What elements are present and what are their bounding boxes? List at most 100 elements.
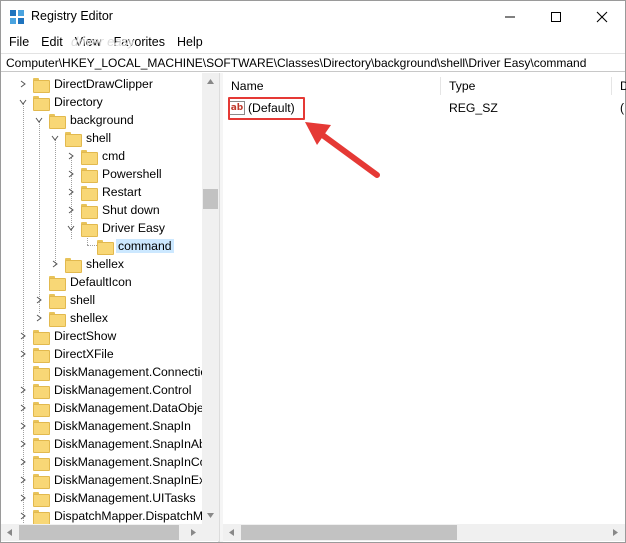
values-list: Name Type D ab (Default) REG_SZ (: [223, 73, 626, 542]
scroll-up-arrow-icon[interactable]: [202, 73, 219, 90]
tree-item-label: shellex: [86, 257, 124, 271]
tree-item-label: shell: [70, 293, 96, 307]
chevron-right-icon[interactable]: [17, 78, 29, 90]
chevron-right-icon[interactable]: [65, 168, 77, 180]
column-header-data[interactable]: D: [620, 73, 626, 99]
tree-item[interactable]: Shut down: [65, 201, 162, 219]
tree-item-label: DiskManagement.SnapIn: [54, 419, 191, 433]
chevron-right-icon[interactable]: [65, 150, 77, 162]
chevron-right-icon[interactable]: [49, 258, 61, 270]
tree-vertical-scrollbar[interactable]: [202, 73, 219, 524]
folder-icon: [33, 365, 50, 381]
column-separator[interactable]: [611, 77, 612, 95]
folder-icon: [81, 221, 98, 237]
chevron-right-icon[interactable]: [17, 474, 29, 486]
scrollbar-thumb[interactable]: [19, 525, 179, 540]
scroll-right-arrow-icon[interactable]: [607, 524, 624, 541]
menu-file[interactable]: File: [3, 32, 35, 52]
scroll-right-arrow-icon[interactable]: [185, 524, 202, 541]
chevron-right-icon[interactable]: [17, 438, 29, 450]
close-button[interactable]: [579, 1, 625, 32]
tree-item[interactable]: DirectDrawClipper: [17, 75, 155, 93]
chevron-right-icon[interactable]: [33, 294, 45, 306]
tree-item[interactable]: DiskManagement.SnapInAb: [17, 435, 208, 453]
column-separator[interactable]: [440, 77, 441, 95]
tree-item-label: Shut down: [102, 203, 160, 217]
chevron-right-icon[interactable]: [17, 510, 29, 522]
tree-item[interactable]: DirectXFile: [17, 345, 116, 363]
tree-item-label: Directory: [54, 95, 103, 109]
tree-item[interactable]: shell: [33, 291, 97, 309]
tree-horizontal-scrollbar[interactable]: [1, 524, 219, 541]
chevron-right-icon[interactable]: [17, 402, 29, 414]
tree-item[interactable]: Directory: [17, 93, 105, 111]
scroll-left-arrow-icon[interactable]: [1, 524, 18, 541]
tree-item[interactable]: cmd: [65, 147, 127, 165]
tree-item[interactable]: Restart: [65, 183, 143, 201]
scrollbar-thumb[interactable]: [203, 189, 218, 209]
chevron-down-icon[interactable]: [33, 114, 45, 126]
tree-item[interactable]: Powershell: [65, 165, 164, 183]
chevron-right-icon[interactable]: [17, 492, 29, 504]
chevron-right-icon[interactable]: [65, 186, 77, 198]
folder-icon: [97, 239, 114, 255]
maximize-button[interactable]: [533, 1, 579, 32]
value-type: REG_SZ: [449, 101, 498, 115]
tree-item-label: background: [70, 113, 134, 127]
chevron-right-icon[interactable]: [33, 312, 45, 324]
folder-icon: [49, 311, 66, 327]
maximize-icon: [551, 11, 561, 22]
tree-item[interactable]: DefaultIcon: [49, 273, 134, 291]
scroll-left-arrow-icon[interactable]: [223, 524, 240, 541]
chevron-down-icon[interactable]: [17, 96, 29, 108]
tree-item[interactable]: shellex: [33, 309, 110, 327]
tree-guide-line: [87, 245, 97, 246]
column-header-type[interactable]: Type: [449, 73, 475, 99]
close-icon: [596, 11, 608, 22]
tree-item[interactable]: DiskManagement.SnapIn: [17, 417, 193, 435]
values-horizontal-scrollbar[interactable]: [223, 524, 625, 541]
tree-item[interactable]: Driver Easy: [65, 219, 167, 237]
folder-icon: [33, 437, 50, 453]
key-tree: DirectDrawClipper Directory background s…: [1, 73, 219, 542]
column-header-name[interactable]: Name: [231, 73, 264, 99]
chevron-right-icon[interactable]: [17, 384, 29, 396]
tree-item[interactable]: DispatchMapper.DispatchM: [17, 507, 205, 525]
chevron-right-icon[interactable]: [17, 348, 29, 360]
folder-icon: [33, 455, 50, 471]
tree-item[interactable]: background: [33, 111, 136, 129]
tree-guide-line: [55, 139, 56, 265]
annotation-arrow-icon: [305, 122, 380, 178]
folder-icon: [49, 293, 66, 309]
menu-edit[interactable]: Edit: [35, 32, 69, 52]
chevron-right-icon[interactable]: [17, 330, 29, 342]
tree-item[interactable]: shellex: [49, 255, 126, 273]
chevron-down-icon[interactable]: [49, 132, 61, 144]
scrollbar-thumb[interactable]: [241, 525, 457, 540]
tree-item[interactable]: DiskManagement.Connectio: [33, 363, 209, 381]
tree-item[interactable]: DiskManagement.SnapInExt: [17, 471, 210, 489]
folder-icon: [81, 203, 98, 219]
chevron-right-icon[interactable]: [17, 456, 29, 468]
scroll-down-arrow-icon[interactable]: [202, 507, 219, 524]
tree-item[interactable]: DiskManagement.UITasks: [17, 489, 198, 507]
tree-item[interactable]: DiskManagement.SnapInCo: [17, 453, 208, 471]
watermark: driver easy: [71, 34, 135, 49]
chevron-right-icon[interactable]: [17, 420, 29, 432]
tree-item-label: DiskManagement.SnapInCo: [54, 455, 207, 469]
tree-item-selected[interactable]: command: [97, 237, 174, 255]
tree-item-label: DirectXFile: [54, 347, 114, 361]
tree-item[interactable]: shell: [49, 129, 113, 147]
tree-item[interactable]: DirectShow: [17, 327, 118, 345]
tree-item[interactable]: DiskManagement.Control: [17, 381, 194, 399]
address-bar[interactable]: Computer\HKEY_LOCAL_MACHINE\SOFTWARE\Cla…: [1, 53, 625, 72]
chevron-right-icon[interactable]: [65, 204, 77, 216]
tree-item[interactable]: DiskManagement.DataObje: [17, 399, 206, 417]
chevron-down-icon[interactable]: [65, 222, 77, 234]
tree-item-label: Restart: [102, 185, 142, 199]
tree-item-label: DiskManagement.DataObje: [54, 401, 204, 415]
title-bar[interactable]: Registry Editor: [1, 1, 625, 32]
registry-icon: [9, 9, 25, 25]
minimize-button[interactable]: [487, 1, 533, 32]
menu-help[interactable]: Help: [171, 32, 209, 52]
